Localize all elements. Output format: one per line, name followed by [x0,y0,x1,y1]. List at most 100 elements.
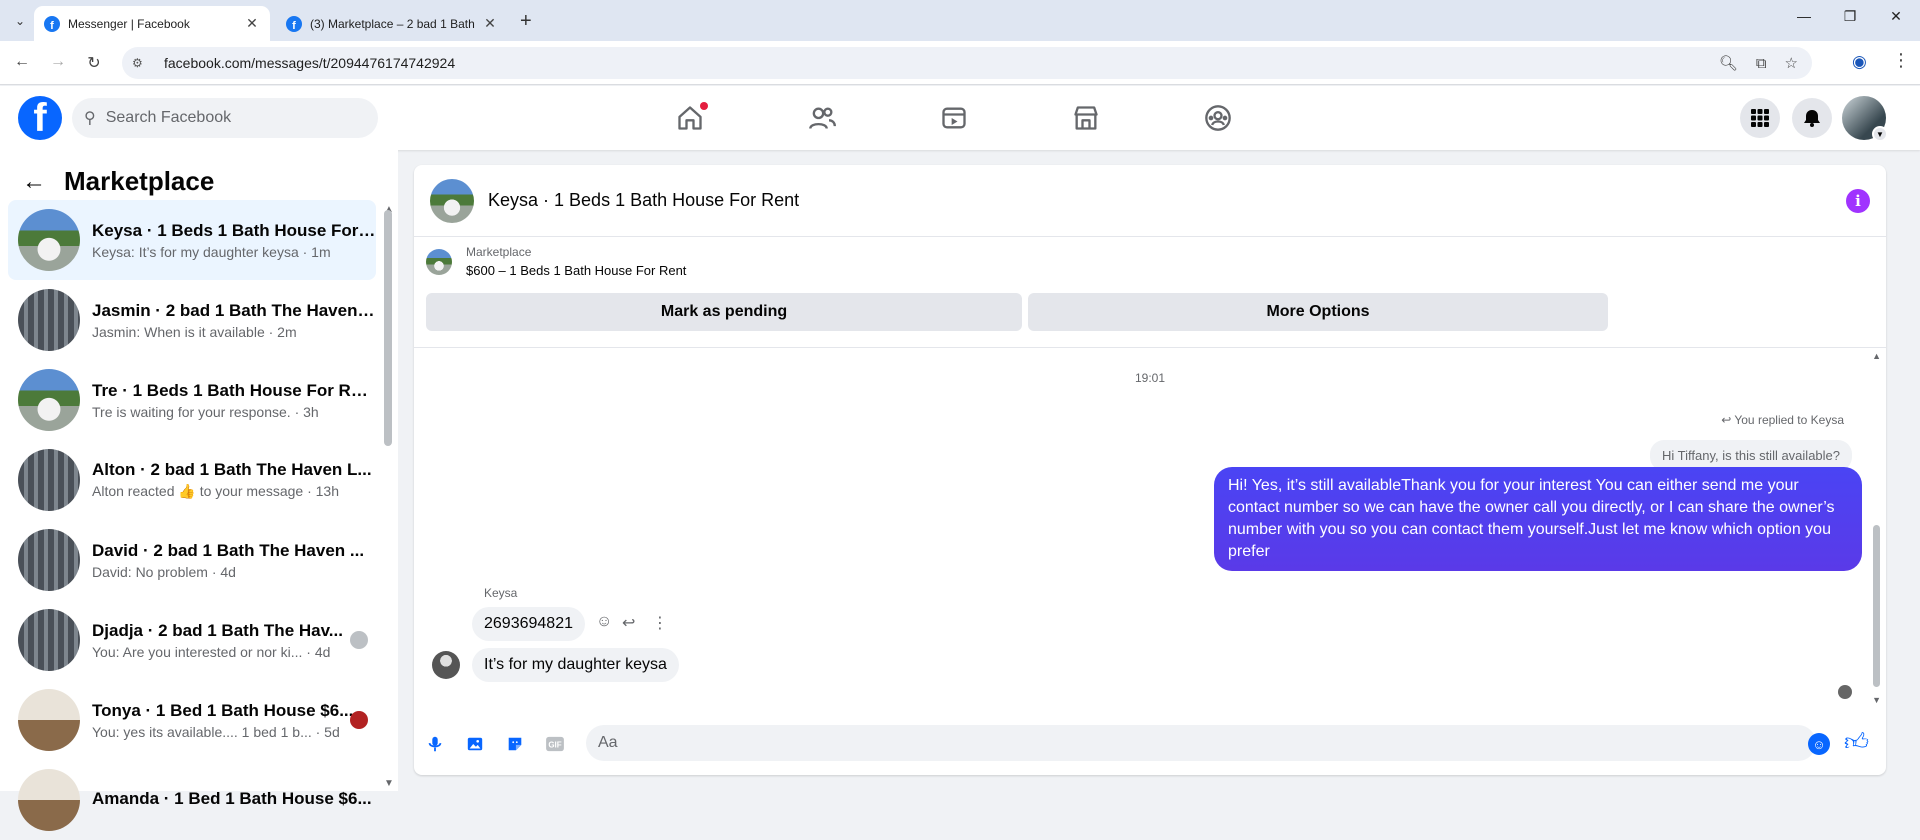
conversation-list: Keysa · 1 Beds 1 Bath House For ... Keysa… [8,200,376,840]
microphone-icon[interactable] [424,733,446,755]
sticker-icon[interactable] [504,733,526,755]
conversation-name: Djadja · 2 bad 1 Bath The Hav... [92,620,343,640]
browser-menu-icon[interactable]: ⋮ [1892,50,1910,71]
scroll-down-icon[interactable]: ▼ [1872,695,1881,705]
message-placeholder: Aa [598,734,618,751]
browser-tab-messenger[interactable]: f Messenger | Facebook ✕ [34,6,270,41]
conversation-item[interactable]: Tre · 1 Beds 1 Bath House For Rent Tre is… [8,360,376,440]
conversation-item[interactable]: Alton · 2 bad 1 Bath The Haven L... Alton… [8,440,376,520]
more-actions-icon[interactable]: ⋮ [652,613,668,633]
new-tab-button[interactable]: + [520,10,532,33]
conversation-thumbnail [18,369,80,431]
conversation-meta: Tre · 1 Beds 1 Bath House For Rent Tre is… [92,381,376,420]
url-text: facebook.com/messages/t/2094476174742924 [164,55,456,71]
sidebar-header: ← Marketplace [22,166,214,197]
tab-search-icon[interactable]: ⌄ [8,9,32,33]
conversation-thumbnail [18,609,80,671]
browser-profile-icon[interactable]: ◉ [1852,52,1867,72]
home-icon[interactable] [672,100,708,136]
conversation-name: Tre · 1 Beds 1 Bath House For Rent [92,380,376,400]
conversation-snippet: You: Are you interested or nor ki... · 4… [92,643,331,660]
account-avatar[interactable]: ▼ [1842,96,1888,142]
close-tab-icon[interactable]: ✕ [244,15,260,32]
conversation-snippet: You: yes its available.... 1 bed 1 b... … [92,723,340,740]
gif-icon[interactable]: GIF [544,733,566,755]
conversation-item[interactable]: Tonya · 1 Bed 1 Bath House $6... You: yes… [8,680,376,760]
notifications-bell-icon[interactable] [1792,98,1832,138]
conversation-snippet: Jasmin: When is it available · 2m [92,323,297,340]
more-options-button[interactable]: More Options [1028,293,1608,331]
conversation-name: Tonya · 1 Bed 1 Bath House $6... [92,700,354,720]
chat-listing-avatar[interactable] [430,178,474,223]
video-icon[interactable] [936,100,972,136]
search-placeholder: Search Facebook [105,109,232,126]
tab-title: (3) Marketplace – 2 bad 1 Bath [310,16,475,31]
install-app-icon[interactable]: ⧉ [1756,55,1767,72]
emoji-icon[interactable]: ☺ [1808,733,1830,755]
conversation-item[interactable]: Jasmin · 2 bad 1 Bath The Haven ... Jasmi… [8,280,376,360]
mark-as-pending-button[interactable]: Mark as pending [426,293,1022,331]
received-message-bubble[interactable]: 2693694821 [472,607,585,641]
conversation-meta: Tonya · 1 Bed 1 Bath House $6... You: yes… [92,701,376,740]
sent-message-bubble[interactable]: Hi! Yes, it’s still availableThank you f… [1214,467,1862,571]
close-tab-icon[interactable]: ✕ [482,15,498,32]
friends-icon[interactable] [804,100,840,136]
chat-title[interactable]: Keysa · 1 Beds 1 Bath House For Rent [488,190,799,211]
conversation-thumbnail [18,769,80,831]
chat-panel: Keysa · 1 Beds 1 Bath House For Rent i M… [414,165,1886,775]
scroll-down-icon[interactable]: ▼ [384,778,394,789]
forward-icon[interactable]: → [48,53,68,71]
conversation-item[interactable]: Djadja · 2 bad 1 Bath The Hav... You: Are… [8,600,376,680]
groups-icon[interactable] [1200,100,1236,136]
search-icon: ⚲ [84,110,96,127]
sidebar-scrollbar[interactable] [384,210,392,446]
conversation-meta: David · 2 bad 1 Bath The Haven ... David:… [92,541,376,580]
back-icon[interactable]: ← [12,53,32,71]
zoom-icon[interactable]: 🔍︎ [1719,54,1738,72]
conversation-item[interactable]: David · 2 bad 1 Bath The Haven ... David:… [8,520,376,600]
message-timestamp: 19:01 [1134,371,1166,385]
reply-icon[interactable]: ↩ [622,613,635,633]
conversation-item[interactable]: Keysa · 1 Beds 1 Bath House For ... Keysa… [8,200,376,280]
info-icon[interactable]: i [1846,189,1870,213]
thumbs-up-icon[interactable]: 👍︎ [1844,729,1869,757]
reload-icon[interactable]: ↻ [84,53,104,73]
conversation-thumbnail [18,289,80,351]
bookmark-star-icon[interactable]: ☆ [1785,54,1798,72]
sender-avatar[interactable] [432,651,460,679]
marketplace-icon[interactable] [1068,100,1104,136]
facebook-search-input[interactable]: ⚲ Search Facebook [72,98,378,138]
conversation-thumbnail [18,209,80,271]
menu-grid-icon[interactable] [1740,98,1780,138]
svg-text:GIF: GIF [548,741,561,750]
divider [414,347,1886,348]
notification-dot [700,102,708,110]
conversation-thumbnail [18,689,80,751]
message-input[interactable]: Aa [586,725,1816,761]
chat-scrollbar[interactable] [1873,525,1880,687]
conversation-name: Amanda · 1 Bed 1 Bath House $6... [92,788,372,808]
browser-tab-marketplace[interactable]: f (3) Marketplace – 2 bad 1 Bath ✕ [276,6,508,41]
conversation-meta: Jasmin · 2 bad 1 Bath The Haven ... Jasmi… [92,301,376,340]
seen-indicator-avatar [1838,685,1852,699]
marketplace-sidebar: ← Marketplace Keysa · 1 Beds 1 Bath Hous… [0,150,398,831]
conversation-item[interactable]: Amanda · 1 Bed 1 Bath House $6... [8,760,376,840]
react-emoji-icon[interactable]: ☺ [596,613,612,631]
facebook-logo-icon[interactable]: f [18,96,62,140]
minimize-icon[interactable]: — [1794,8,1814,24]
close-window-icon[interactable]: ✕ [1886,8,1906,25]
address-bar[interactable]: ⚙ facebook.com/messages/t/20944761747429… [122,47,1812,79]
conversation-meta: Amanda · 1 Bed 1 Bath House $6... [92,789,376,812]
replied-to-label: ↩ You replied to Keysa [1721,413,1844,427]
participant-mini-avatar [350,711,368,729]
chat-header: Keysa · 1 Beds 1 Bath House For Rent i [414,165,1886,237]
restore-icon[interactable]: ❐ [1840,8,1860,25]
photo-icon[interactable] [464,733,486,755]
received-message-bubble[interactable]: It’s for my daughter keysa [472,648,679,682]
conversation-snippet: Keysa: It’s for my daughter keysa · 1m [92,243,331,260]
conversation-thumbnail [18,529,80,591]
site-info-icon[interactable]: ⚙ [132,56,150,70]
listing-card[interactable]: Marketplace $600 – 1 Beds 1 Bath House F… [426,245,686,278]
scroll-up-icon[interactable]: ▲ [1872,351,1881,361]
back-arrow-icon[interactable]: ← [22,168,46,196]
